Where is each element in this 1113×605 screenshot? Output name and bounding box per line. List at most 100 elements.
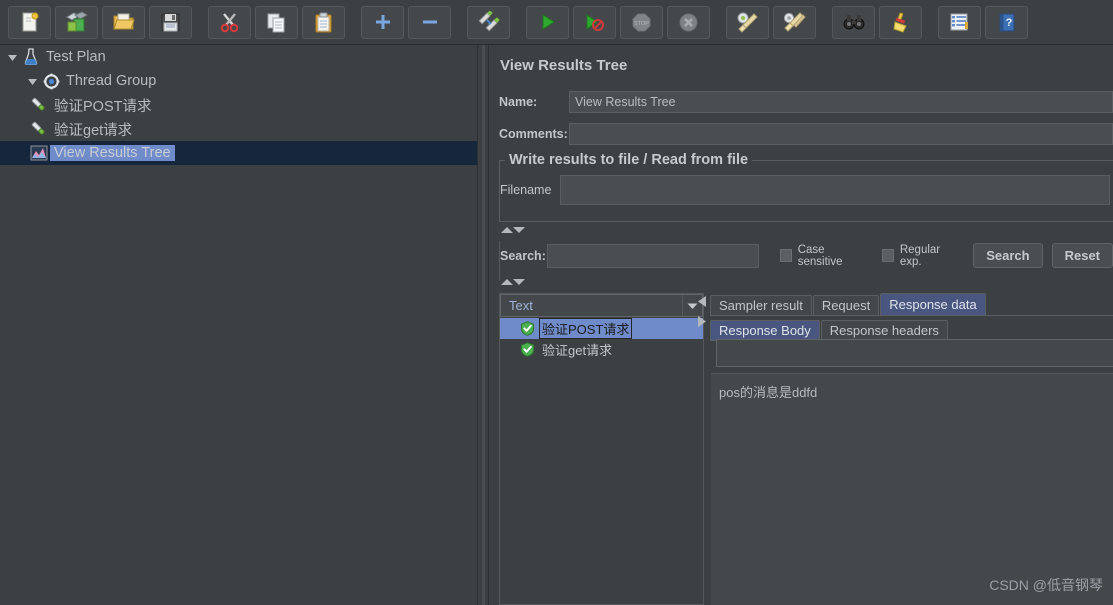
http-sampler-icon bbox=[28, 93, 50, 117]
name-input[interactable]: View Results Tree bbox=[569, 91, 1113, 113]
filename-input[interactable] bbox=[559, 175, 1110, 205]
case-sensitive-label: Case sensitive bbox=[797, 243, 843, 268]
tab-sampler-result[interactable]: Sampler result bbox=[710, 295, 812, 315]
svg-text:STOP: STOP bbox=[634, 21, 649, 27]
splitter-toggle-upper[interactable] bbox=[500, 225, 526, 235]
svg-text:?: ? bbox=[1005, 17, 1012, 29]
copy-icon bbox=[266, 12, 287, 33]
success-shield-icon bbox=[518, 318, 536, 339]
tree-node-get-request[interactable]: 验证get请求 bbox=[0, 117, 477, 141]
tree-node-view-results-tree[interactable]: View Results Tree bbox=[0, 141, 477, 165]
green-play-icon bbox=[538, 12, 558, 32]
response-tabs-area: Sampler result Request Response data Res… bbox=[710, 293, 1113, 605]
shutdown-icon bbox=[678, 12, 699, 33]
http-sampler-icon bbox=[28, 117, 50, 141]
stop-sign-icon: STOP bbox=[631, 12, 652, 33]
chevron-down-icon[interactable] bbox=[4, 45, 20, 69]
view-results-tree-icon bbox=[28, 141, 50, 165]
tree-node-post-request[interactable]: 验证POST请求 bbox=[0, 93, 477, 117]
search-input[interactable] bbox=[547, 243, 759, 268]
templates-button[interactable] bbox=[55, 5, 98, 39]
tree-node-thread-group[interactable]: Thread Group bbox=[0, 69, 477, 93]
reset-button[interactable]: Reset bbox=[1051, 243, 1113, 268]
function-helper-button[interactable] bbox=[938, 5, 981, 39]
search-row: Search: Case sensitive Regular exp. Sear… bbox=[500, 243, 1113, 268]
new-button[interactable] bbox=[8, 5, 51, 39]
paste-button[interactable] bbox=[302, 5, 345, 39]
scissors-icon bbox=[219, 12, 240, 33]
result-list-item[interactable]: 验证POST请求 bbox=[500, 318, 703, 339]
result-item-label: 验证POST请求 bbox=[538, 318, 633, 339]
tree-node-label: Test Plan bbox=[46, 49, 106, 65]
thread-group-icon bbox=[40, 69, 62, 93]
tree-node-test-plan[interactable]: Test Plan bbox=[0, 45, 477, 69]
plus-icon bbox=[373, 12, 393, 32]
play-no-timers-icon bbox=[584, 12, 606, 32]
gear-broom-all-icon bbox=[783, 11, 806, 33]
groupbox-title: Write results to file / Read from file bbox=[505, 152, 753, 168]
result-list-item[interactable]: 验证get请求 bbox=[500, 339, 703, 360]
open-button[interactable] bbox=[102, 5, 145, 39]
collapse-all-button[interactable] bbox=[408, 5, 451, 39]
help-book-icon: ? bbox=[997, 12, 1017, 32]
splitter-arrow-left-icon[interactable] bbox=[696, 295, 708, 313]
shutdown-button[interactable] bbox=[667, 5, 710, 39]
start-button[interactable] bbox=[526, 5, 569, 39]
result-item-label: 验证get请求 bbox=[542, 343, 613, 358]
reset-search-button[interactable] bbox=[879, 5, 922, 39]
tab-response-body[interactable]: Response Body bbox=[710, 320, 820, 340]
page-title: View Results Tree bbox=[500, 57, 628, 74]
response-find-input[interactable] bbox=[716, 339, 1113, 367]
comments-field-row: Comments: bbox=[499, 123, 1113, 145]
broom-icon bbox=[890, 12, 911, 33]
toolbar-separator-2 bbox=[347, 22, 359, 23]
search-button-toolbar[interactable] bbox=[832, 5, 875, 39]
help-button[interactable]: ? bbox=[985, 5, 1028, 39]
secondary-tab-row: Response Body Response headers bbox=[710, 318, 1113, 340]
cut-button[interactable] bbox=[208, 5, 251, 39]
view-results-tree-panel: View Results Tree Name: View Results Tre… bbox=[489, 45, 1113, 605]
tab-response-headers[interactable]: Response headers bbox=[820, 320, 948, 340]
clear-button[interactable] bbox=[726, 5, 769, 39]
splitter-toggle-lower[interactable] bbox=[500, 277, 526, 287]
clear-all-button[interactable] bbox=[773, 5, 816, 39]
search-button[interactable]: Search bbox=[973, 243, 1043, 268]
toggle-button[interactable] bbox=[467, 5, 510, 39]
list-icon bbox=[949, 12, 970, 32]
expand-all-button[interactable] bbox=[361, 5, 404, 39]
filename-field-row: Filename bbox=[500, 175, 1110, 205]
jmeter-window: STOP ? Test Plan Thread Group 验证POST请求 验… bbox=[0, 0, 1113, 605]
splitter-arrow-right-icon[interactable] bbox=[696, 315, 708, 333]
tree-node-label: 验证get请求 bbox=[54, 122, 133, 139]
test-plan-tree[interactable]: Test Plan Thread Group 验证POST请求 验证get请求 … bbox=[0, 45, 477, 605]
tree-node-label: 验证POST请求 bbox=[54, 98, 152, 115]
minus-icon bbox=[420, 12, 440, 32]
binoculars-icon bbox=[843, 13, 865, 31]
success-shield-icon bbox=[518, 339, 536, 360]
watermark-text: CSDN @低音钢琴 bbox=[989, 577, 1103, 593]
copy-button[interactable] bbox=[255, 5, 298, 39]
results-tree-list[interactable]: 验证POST请求 验证get请求 bbox=[499, 293, 704, 605]
case-sensitive-checkbox[interactable] bbox=[779, 249, 792, 262]
toolbar-separator-1 bbox=[194, 22, 206, 23]
chevron-down-icon[interactable] bbox=[24, 69, 40, 93]
render-selector-combo[interactable]: Text bbox=[500, 294, 703, 317]
panel-splitter-vertical[interactable] bbox=[477, 45, 489, 605]
start-no-timers-button[interactable] bbox=[573, 5, 616, 39]
splitter-horizontal[interactable] bbox=[694, 293, 710, 605]
clipboard-paste-icon bbox=[313, 12, 334, 33]
response-body-text[interactable]: pos的消息是ddfd bbox=[711, 373, 1113, 605]
comments-input[interactable] bbox=[569, 123, 1113, 145]
gear-broom-icon bbox=[736, 12, 759, 33]
name-label: Name: bbox=[499, 95, 538, 109]
filename-label: Filename bbox=[500, 183, 552, 197]
save-button[interactable] bbox=[149, 5, 192, 39]
tab-response-data[interactable]: Response data bbox=[880, 293, 986, 315]
stop-button[interactable]: STOP bbox=[620, 5, 663, 39]
regular-exp-checkbox[interactable] bbox=[881, 249, 894, 262]
save-floppy-icon bbox=[160, 12, 181, 33]
tab-request[interactable]: Request bbox=[812, 295, 880, 315]
tree-node-label: View Results Tree bbox=[50, 145, 175, 161]
primary-tab-row: Sampler result Request Response data bbox=[710, 293, 1113, 315]
tree-node-label: Thread Group bbox=[66, 73, 157, 89]
